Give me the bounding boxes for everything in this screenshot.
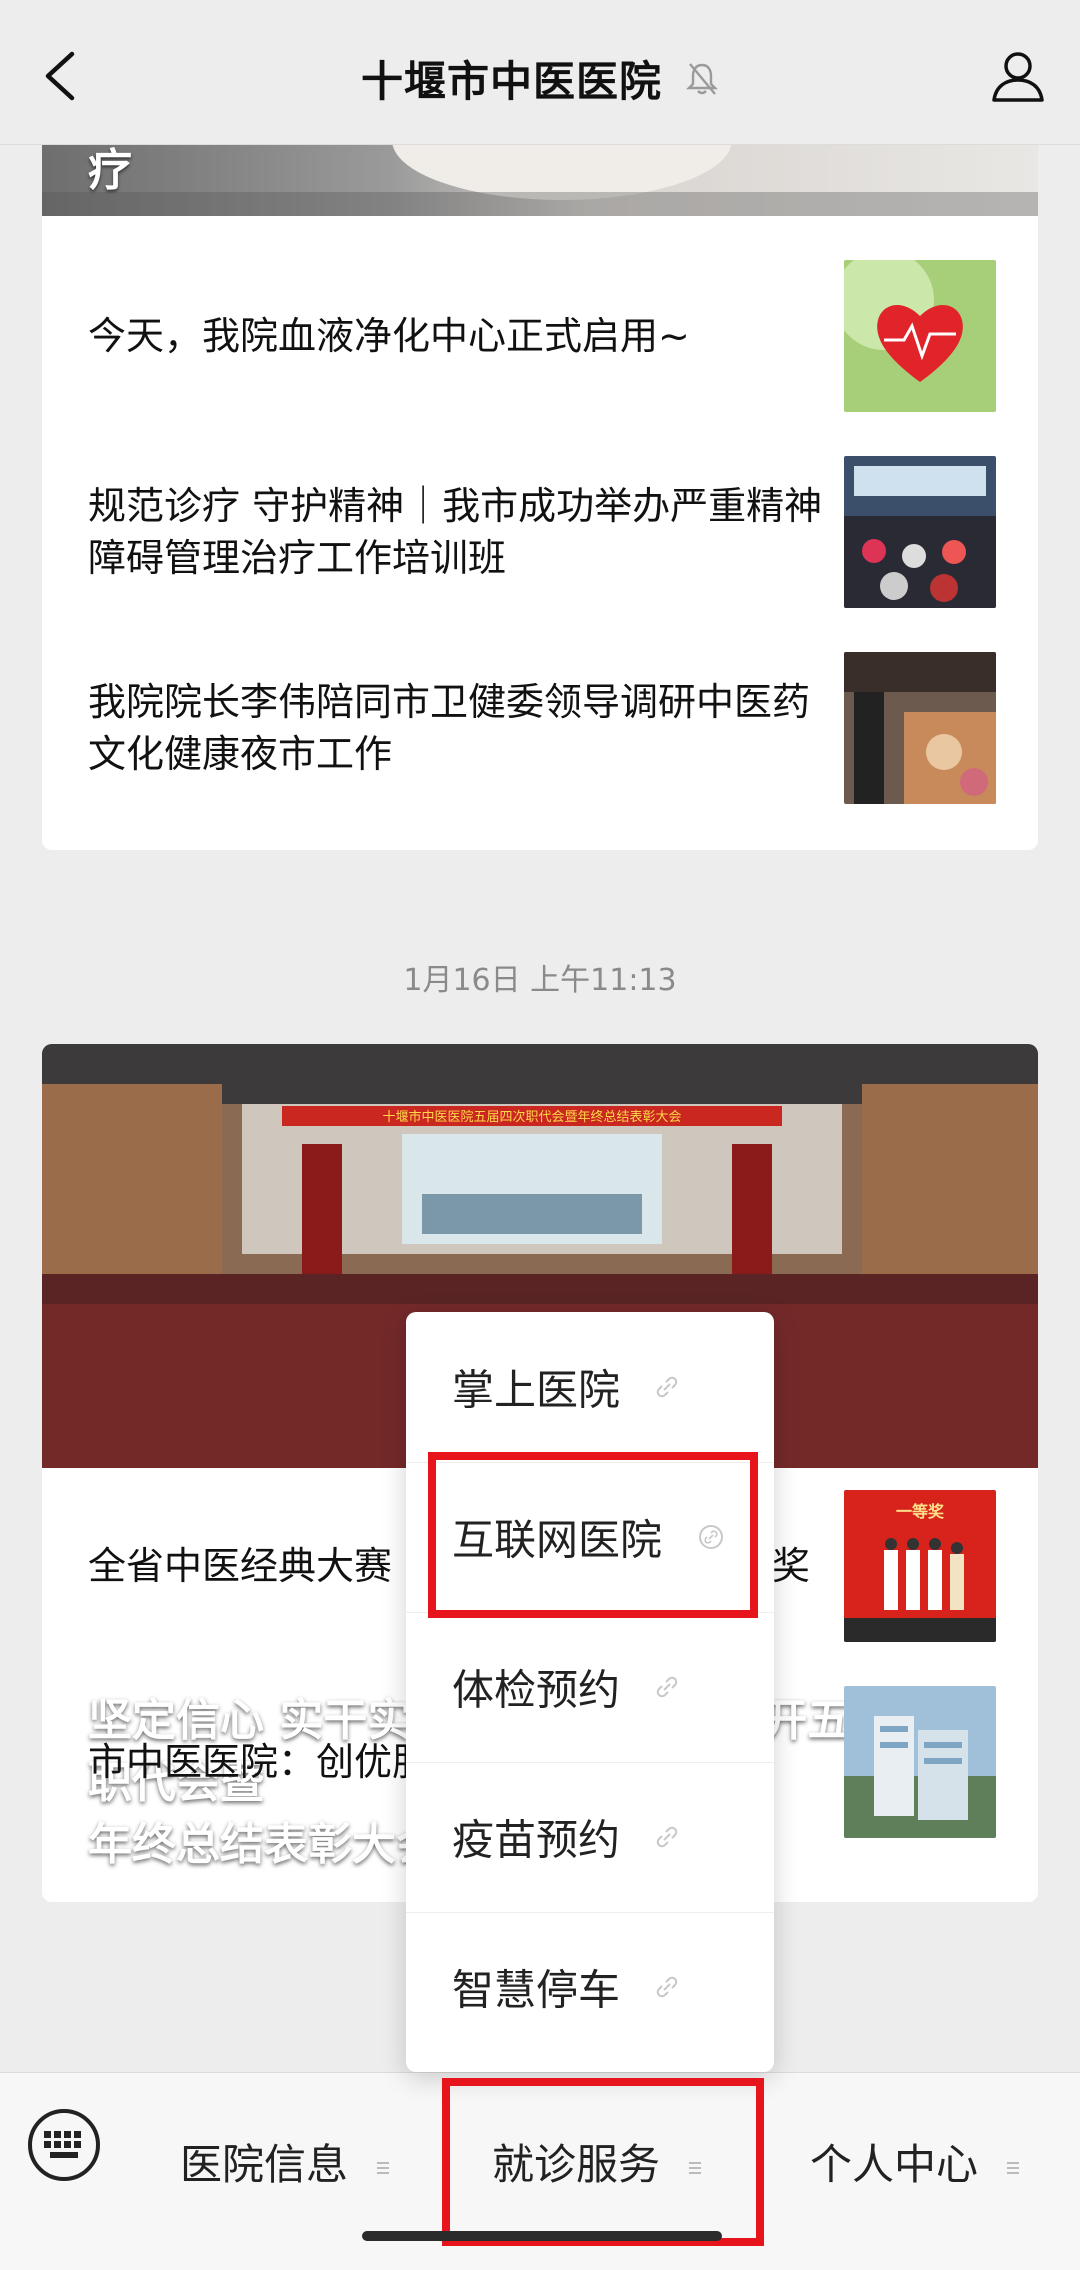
highlight-box-medical-service [442, 2078, 764, 2246]
menu-item-label: 掌上医院 [452, 1365, 621, 1415]
news-title: 规范诊疗 守护精神｜我市成功举办严重精神障碍管理治疗工作培训班 [88, 484, 823, 580]
top-navigation-bar: 十堰市中医医院 [0, 0, 1080, 145]
title-area: 十堰市中医医院 [0, 48, 1080, 109]
tab-label: 个人中心 [810, 2140, 979, 2189]
menu-item-smart-parking[interactable]: 智慧停车 [406, 1912, 774, 2062]
mute-bell-icon [686, 62, 718, 95]
menu-handle-icon [1007, 2161, 1020, 2174]
timestamp: 1月16日 上午11:13 [403, 963, 677, 998]
news-item[interactable]: 我院院长李伟陪同市卫健委领导调研中医药文化健康夜市工作 [42, 630, 1038, 826]
news-thumbnail [844, 456, 996, 608]
keyboard-icon[interactable] [26, 2107, 102, 2183]
tab-label: 医院信息 [180, 2140, 349, 2189]
menu-item-palm-hospital[interactable]: 掌上医院 [406, 1312, 774, 1463]
menu-item-label: 体检预约 [452, 1665, 621, 1715]
person-icon[interactable] [990, 48, 1046, 104]
news-item[interactable]: 规范诊疗 守护精神｜我市成功举办严重精神障碍管理治疗工作培训班 [42, 434, 1038, 630]
link-icon [656, 1826, 678, 1848]
menu-item-checkup-booking[interactable]: 体检预约 [406, 1612, 774, 1763]
menu-item-label: 智慧停车 [452, 1965, 621, 2015]
service-popup-menu: 掌上医院 互联网医院 体检预约 疫苗预约 智慧停车 [406, 1312, 774, 2072]
page-title: 十堰市中医医院 [360, 57, 662, 106]
award-people-image [844, 1538, 996, 1642]
link-icon [656, 1676, 678, 1698]
news-thumbnail [844, 260, 996, 412]
article-card: 疗 今天，我院血液净化中心正式启用~ 规范诊疗 守护精神｜我市成功举办严重精神障… [42, 120, 1038, 850]
news-title: 我院院长李伟陪同市卫健委领导调研中医药文化健康夜市工作 [88, 680, 811, 776]
stage-banner-text: 十堰市中医医院五届四次职代会暨年终总结表彰大会 [382, 1109, 681, 1125]
news-thumbnail [844, 652, 996, 804]
highlight-box-internet-hospital [428, 1452, 758, 1618]
menu-item-vaccine-booking[interactable]: 疫苗预约 [406, 1762, 774, 1913]
news-thumbnail: 一等奖 [844, 1490, 996, 1642]
menu-handle-icon [377, 2161, 390, 2174]
tab-personal-center[interactable]: 个人中心 [810, 2131, 1020, 2192]
news-title: 今天，我院血液净化中心正式启用~ [88, 314, 690, 358]
menu-item-label: 疫苗预约 [452, 1815, 621, 1865]
news-thumbnail [844, 1686, 996, 1838]
news-item[interactable]: 今天，我院血液净化中心正式启用~ [42, 238, 1038, 434]
link-icon [656, 1976, 678, 1998]
link-icon [656, 1376, 678, 1398]
home-indicator[interactable] [362, 2231, 722, 2241]
tab-hospital-info[interactable]: 医院信息 [180, 2131, 390, 2192]
